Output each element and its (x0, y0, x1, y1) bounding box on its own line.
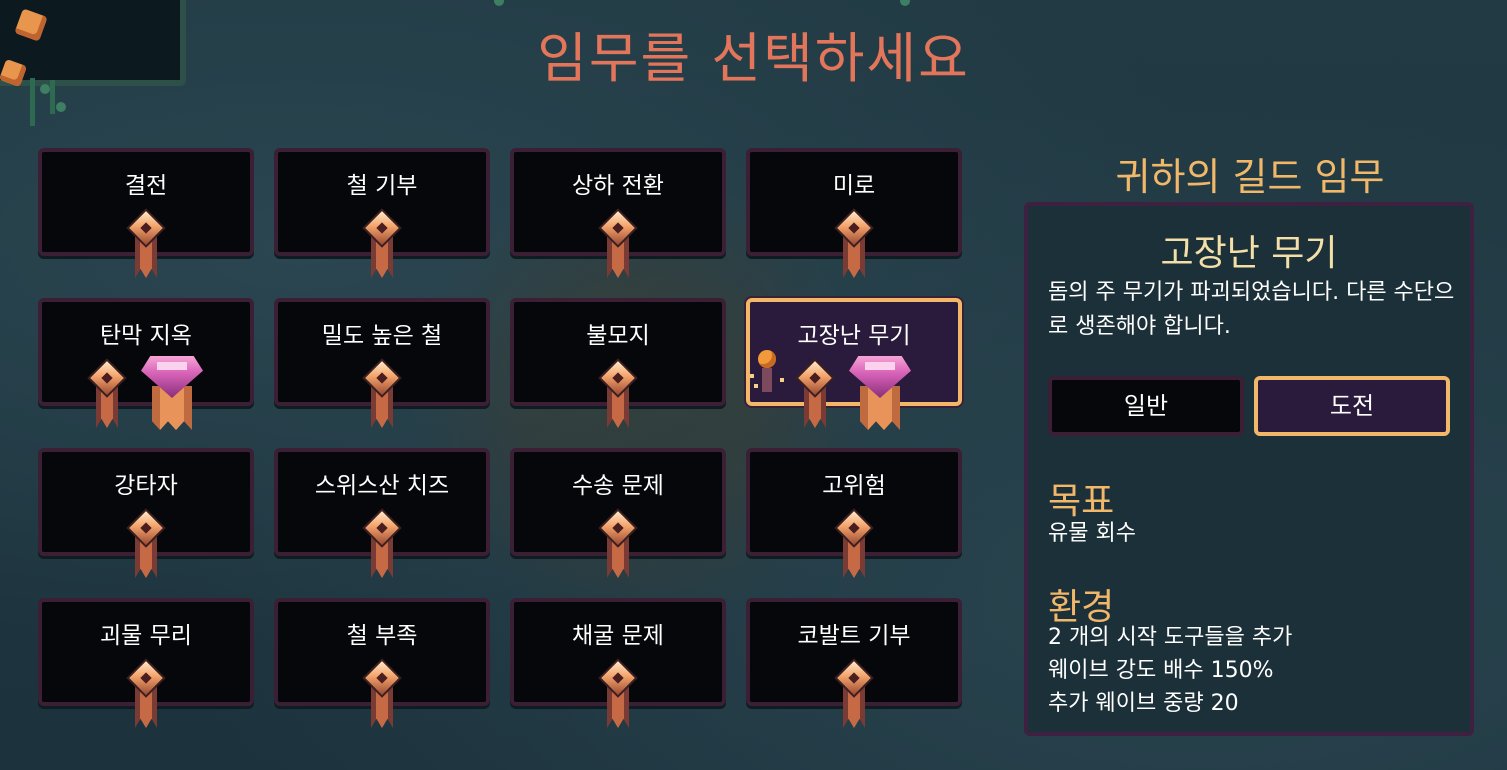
guild-mission-heading: 귀하의 길드 임무 (1115, 155, 1385, 199)
mission-badges (514, 508, 722, 578)
mission-card[interactable]: 탄막 지옥 (38, 298, 254, 430)
mission-card[interactable]: 철 부족 (274, 598, 490, 728)
mission-card[interactable]: 불모지 (510, 298, 726, 428)
mission-card-label: 밀도 높은 철 (321, 323, 443, 349)
mission-badges (278, 508, 486, 578)
mission-card[interactable]: 고장난 무기 (746, 298, 962, 430)
mission-badge-icon (598, 508, 638, 578)
keeper-character-icon (750, 350, 786, 400)
leaf-icon (494, 0, 504, 6)
mission-badges (750, 508, 958, 578)
mission-card-label: 채굴 문제 (572, 623, 664, 649)
mission-badge-icon (126, 508, 166, 578)
mission-badges (514, 358, 722, 428)
mission-detail-panel: 고장난 무기 돔의 주 무기가 파괴되었습니다. 다른 수단으로 생존해야 합니… (1024, 202, 1474, 736)
mission-select-screen: 임무를 선택하세요 결전 철 기부 상하 전환 미로탄막 지옥 밀도 높은 철 불모지 고장… (0, 0, 1507, 770)
mission-card[interactable]: 미로 (746, 148, 962, 278)
page-title: 임무를 선택하세요 (537, 27, 970, 90)
mission-card-label: 수송 문제 (572, 473, 664, 499)
mission-card-label: 탄막 지옥 (100, 323, 192, 349)
mission-name: 고장난 무기 (1160, 233, 1338, 274)
mission-badges (278, 658, 486, 728)
mission-badge-icon (362, 208, 402, 278)
mission-badges (514, 208, 722, 278)
mission-badge-icon (87, 358, 127, 428)
mission-badge-icon (126, 658, 166, 728)
mission-badge-icon (795, 358, 835, 428)
mission-badge-icon (362, 358, 402, 428)
mission-card-label: 괴물 무리 (100, 623, 192, 649)
mission-card-label: 고위험 (822, 473, 886, 499)
mission-card-label: 스위스산 치즈 (314, 473, 450, 499)
mission-badge-icon (834, 658, 874, 728)
mission-card[interactable]: 고위험 (746, 448, 962, 578)
environment-line: 웨이브 강도 배수 150% (1048, 658, 1274, 683)
mission-badges (42, 508, 250, 578)
goal-heading: 목표 (1048, 481, 1115, 522)
mission-badge-icon (126, 208, 166, 278)
mission-badges (42, 356, 250, 430)
mission-card-label: 불모지 (586, 323, 650, 349)
mission-card-label: 상하 전환 (572, 173, 664, 199)
mission-card[interactable]: 상하 전환 (510, 148, 726, 278)
mission-badge-icon (598, 358, 638, 428)
mission-card[interactable]: 채굴 문제 (510, 598, 726, 728)
mission-card[interactable]: 괴물 무리 (38, 598, 254, 728)
gem-badge-icon (139, 356, 205, 430)
difficulty-challenge-button[interactable]: 도전 (1254, 376, 1450, 436)
mission-badges (750, 658, 958, 728)
environment-line: 2 개의 시작 도구들을 추가 (1048, 625, 1293, 650)
mission-badges (514, 658, 722, 728)
mission-card-label: 결전 (124, 173, 168, 199)
mission-badges (278, 208, 486, 278)
mission-badges (42, 208, 250, 278)
leaf-icon (56, 102, 66, 112)
gem-badge-icon (847, 356, 913, 430)
difficulty-normal-button[interactable]: 일반 (1048, 376, 1244, 436)
leaf-icon (900, 0, 910, 6)
mission-card-label: 철 기부 (346, 173, 418, 199)
mission-badge-icon (834, 508, 874, 578)
mission-badge-icon (362, 658, 402, 728)
mission-badge-icon (598, 658, 638, 728)
mission-description: 돔의 주 무기가 파괴되었습니다. 다른 수단으로 생존해야 합니다. (1048, 280, 1455, 339)
mission-card[interactable]: 스위스산 치즈 (274, 448, 490, 578)
mission-card[interactable]: 밀도 높은 철 (274, 298, 490, 428)
mission-card[interactable]: 강타자 (38, 448, 254, 578)
mission-badge-icon (362, 508, 402, 578)
environment-line: 추가 웨이브 중량 20 (1048, 691, 1239, 716)
mission-card[interactable]: 수송 문제 (510, 448, 726, 578)
mission-card[interactable]: 결전 (38, 148, 254, 278)
goal-text: 유물 회수 (1048, 521, 1136, 546)
mission-card-label: 고장난 무기 (797, 323, 911, 349)
mission-badge-icon (598, 208, 638, 278)
mission-card-label: 미로 (832, 173, 876, 199)
mission-badges (42, 658, 250, 728)
mission-badges (750, 208, 958, 278)
mission-card-label: 코발트 기부 (797, 623, 911, 649)
mission-badge-icon (834, 208, 874, 278)
mission-card-label: 강타자 (114, 473, 178, 499)
mission-card[interactable]: 코발트 기부 (746, 598, 962, 728)
mission-badges (278, 358, 486, 428)
mission-card[interactable]: 철 기부 (274, 148, 490, 278)
mission-card-label: 철 부족 (346, 623, 418, 649)
